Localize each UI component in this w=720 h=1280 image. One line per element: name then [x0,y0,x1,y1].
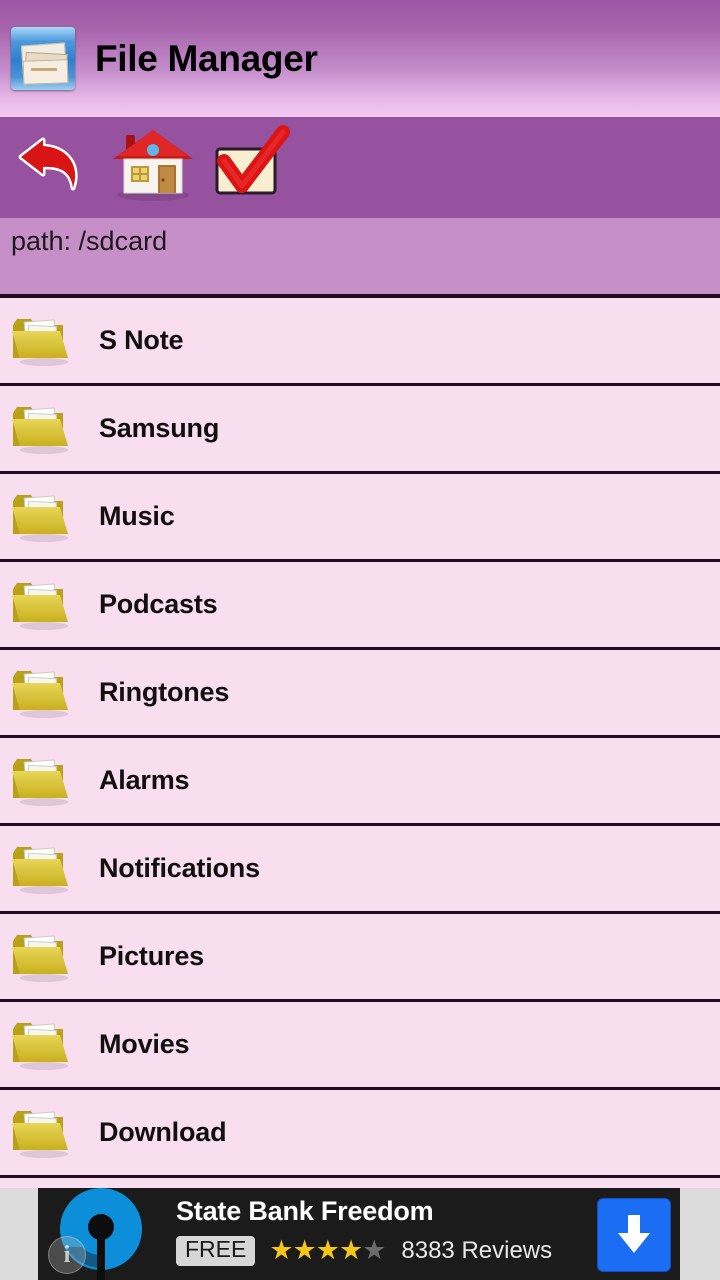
folder-icon [11,315,73,367]
folder-icon [11,755,73,807]
checkbox-checked-icon [215,125,290,195]
home-button[interactable] [102,117,204,218]
review-count: 8383 Reviews [401,1236,553,1264]
list-item[interactable]: Samsung [0,386,720,474]
folder-icon [11,1107,73,1159]
select-button[interactable] [204,117,306,218]
path-text: path: /sdcard [11,226,168,256]
download-button[interactable] [597,1198,671,1272]
list-item[interactable]: Download [0,1090,720,1178]
folder-icon [11,667,73,719]
folder-icon [11,579,73,631]
path-bar: path: /sdcard [0,218,720,298]
list-item[interactable]: Podcasts [0,562,720,650]
list-item[interactable]: Alarms [0,738,720,826]
folder-icon [11,1019,73,1071]
back-arrow-icon [18,137,78,191]
stars-empty: ★ [362,1235,386,1266]
ad-title: State Bank Freedom [176,1196,434,1226]
list-item-label: Download [99,1117,227,1147]
title-bar: File Manager [0,0,720,117]
list-item-label: Podcasts [99,589,218,619]
page-title: File Manager [95,38,318,79]
cabinet-lid [11,27,75,42]
list-item-label: Samsung [99,413,220,443]
folder-icon [11,931,73,983]
price-badge: FREE [176,1236,256,1266]
list-item-label: Notifications [99,853,260,883]
ad-banner[interactable]: State Bank Freedom FREE ★★★★★ 8383 Revie… [0,1188,720,1280]
ad-meta: FREE ★★★★★ 8383 Reviews [176,1236,552,1266]
back-button[interactable] [0,117,102,218]
list-item-label: Alarms [99,765,190,795]
cabinet-paper [22,59,69,85]
file-list[interactable]: S Note Samsung Music Podcasts Ringtones … [0,298,720,1188]
list-item[interactable]: Music [0,474,720,562]
rating-stars: ★★★★★ [269,1235,386,1266]
list-item-label: Music [99,501,175,531]
list-item[interactable]: Pictures [0,914,720,1002]
stars-filled: ★★★★ [269,1235,363,1266]
info-icon[interactable]: i [48,1236,86,1274]
cabinet-tab [31,68,57,71]
list-item[interactable]: S Note [0,298,720,386]
folder-icon [11,491,73,543]
file-cabinet-icon [11,27,75,90]
list-item-label: Movies [99,1029,190,1059]
list-item-label: Ringtones [99,677,230,707]
list-item[interactable]: Ringtones [0,650,720,738]
toolbar [0,117,720,218]
folder-icon [11,403,73,455]
file-manager-app: File Manager path: /sdcard S Note Samsun… [0,0,720,1280]
list-item[interactable]: Notifications [0,826,720,914]
folder-icon [11,843,73,895]
list-item[interactable]: Movies [0,1002,720,1090]
download-arrow-icon [618,1215,650,1253]
ad-content[interactable]: State Bank Freedom FREE ★★★★★ 8383 Revie… [38,1188,680,1280]
home-icon [113,130,193,201]
list-item-label: S Note [99,325,184,355]
list-item-label: Pictures [99,941,204,971]
